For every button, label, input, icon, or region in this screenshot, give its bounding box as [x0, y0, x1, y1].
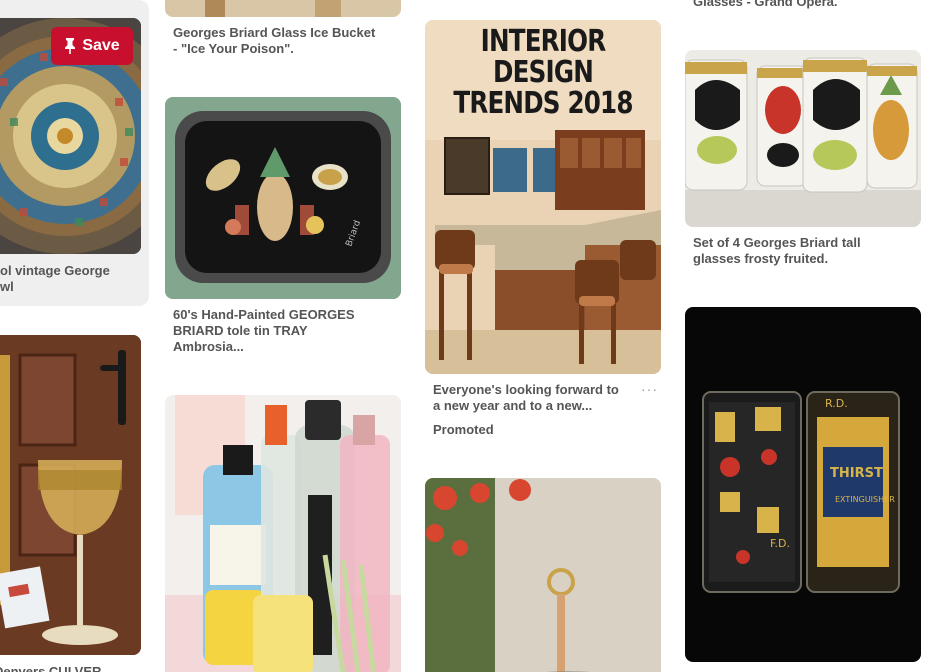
pin-caption[interactable]: 60's Hand-Painted GEORGES BRIARD tole ti…: [173, 307, 398, 355]
pin-image-culver-goblet[interactable]: [0, 335, 141, 655]
more-options-icon[interactable]: ···: [641, 381, 658, 397]
pin-caption[interactable]: Glasses - Grand Opera.: [693, 0, 918, 10]
pin-caption[interactable]: Denvers CULVER: [0, 664, 144, 672]
pin-caption[interactable]: Georges Briard Glass Ice Bucket - "Ice Y…: [173, 25, 398, 57]
pin-image-fruit-glasses[interactable]: [685, 50, 921, 227]
pushpin-icon: [64, 38, 76, 54]
promoted-label: Promoted: [433, 422, 494, 437]
svg-text:EXTINGUISHER: EXTINGUISHER: [835, 495, 895, 504]
ice-bucket-image: [165, 0, 401, 17]
tole-tray-image: Briard: [165, 97, 401, 299]
svg-text:F.D.: F.D.: [770, 537, 790, 550]
fire-glasses-image: F.D. THIRST EXTINGUISHER R.D.: [685, 307, 921, 662]
pin-caption[interactable]: Set of 4 Georges Briard tall glasses fro…: [693, 235, 918, 267]
flowers-image: [425, 478, 661, 672]
pin-caption[interactable]: Everyone's looking forward to a new year…: [433, 382, 638, 414]
pin-image-fire-glasses[interactable]: F.D. THIRST EXTINGUISHER R.D.: [685, 307, 921, 662]
pin-image-tole-tray[interactable]: Briard: [165, 97, 401, 299]
save-button[interactable]: Save: [51, 27, 133, 65]
interior-design-title: INTERIOR DESIGN TRENDS 2018: [453, 24, 633, 121]
svg-text:R.D.: R.D.: [825, 397, 848, 410]
pin-image-interior-design[interactable]: INTERIOR DESIGN TRENDS 2018: [425, 20, 661, 374]
pin-image-ice-bucket[interactable]: [165, 0, 401, 17]
bar-bottles-image: [165, 395, 401, 672]
pin-image-bar-bottles[interactable]: [165, 395, 401, 672]
pin-caption[interactable]: ol vintage George wl: [0, 263, 140, 295]
pin-image-flowers[interactable]: [425, 478, 661, 672]
svg-text:THIRST: THIRST: [830, 466, 883, 481]
fruit-glasses-image: [685, 50, 921, 227]
goblet-image: [0, 335, 141, 655]
save-button-label: Save: [82, 37, 120, 54]
